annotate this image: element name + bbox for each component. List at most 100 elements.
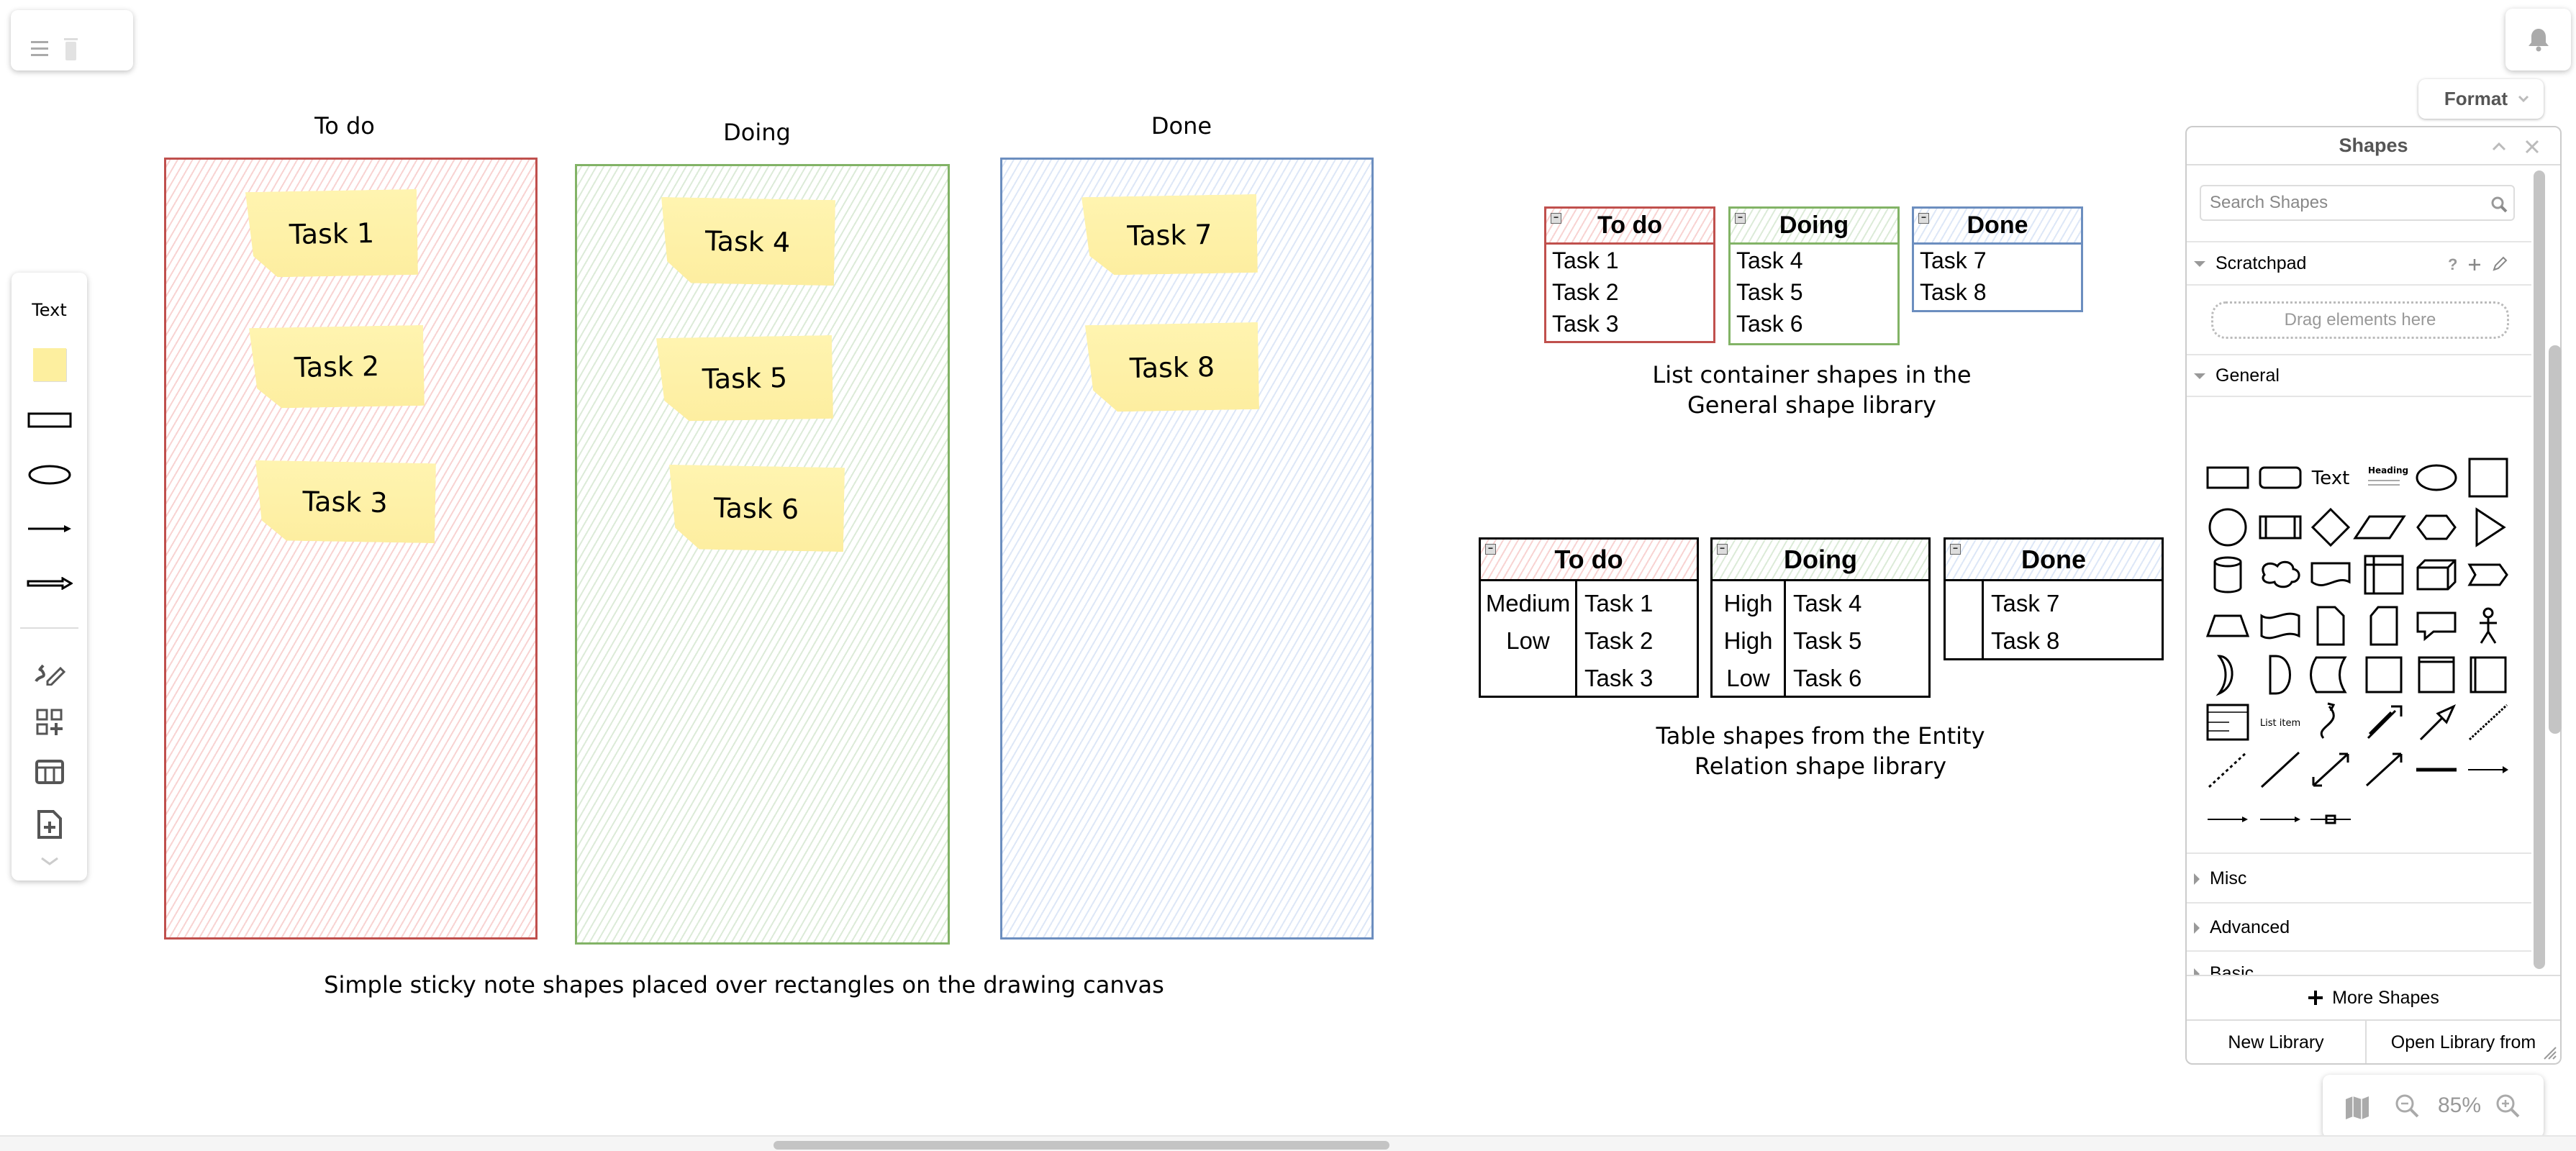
shape-item-heading[interactable]: Heading	[2368, 465, 2408, 486]
task-cell[interactable]: Task 5	[1793, 623, 1861, 659]
shape-item[interactable]	[2416, 559, 2457, 591]
notifications-button[interactable]	[2505, 9, 2571, 70]
sticky-note[interactable]: Task 4	[660, 197, 835, 286]
sticky-note[interactable]: Task 6	[668, 465, 845, 552]
shape-item[interactable]	[2208, 751, 2248, 788]
shape-item[interactable]	[2365, 752, 2403, 787]
text-tool[interactable]: Text	[32, 300, 67, 320]
priority-cell[interactable]: Medium	[1481, 586, 1575, 622]
shape-item[interactable]	[2260, 751, 2300, 788]
shape-item[interactable]	[2416, 611, 2457, 642]
table-done[interactable]: − Done Task 7 Task 8	[1944, 537, 2164, 660]
search-icon[interactable]	[2490, 196, 2508, 213]
misc-header[interactable]: Misc	[2194, 868, 2246, 889]
shape-item[interactable]	[2216, 655, 2233, 696]
shape-item[interactable]	[2205, 614, 2250, 637]
shape-item[interactable]	[2310, 656, 2347, 693]
open-library-button[interactable]: Open Library from	[2367, 1019, 2560, 1063]
collapse-icon[interactable]: −	[1735, 213, 1746, 224]
shape-item[interactable]	[2310, 814, 2351, 824]
new-library-button[interactable]: New Library	[2187, 1019, 2367, 1063]
task-cell[interactable]: Task 1	[1584, 586, 1653, 622]
search-shapes-input[interactable]: Search Shapes	[2200, 185, 2515, 221]
shape-item[interactable]	[2468, 766, 2508, 773]
scratchpad-header[interactable]: Scratchpad	[2194, 253, 2306, 274]
shape-item[interactable]	[2419, 704, 2457, 741]
shape-item[interactable]	[2468, 458, 2508, 498]
menu-icon[interactable]	[31, 40, 50, 59]
more-shapes-button[interactable]: More Shapes	[2187, 975, 2560, 1019]
shape-item[interactable]	[2310, 562, 2351, 586]
sticky-note[interactable]: Task 2	[249, 325, 425, 409]
resize-handle-icon[interactable]	[2541, 1045, 2557, 1060]
list-item[interactable]: Task 2	[1546, 276, 1713, 308]
list-item[interactable]: Task 4	[1731, 245, 1897, 276]
shape-item[interactable]	[2369, 606, 2398, 646]
task-cell[interactable]: Task 2	[1584, 623, 1653, 659]
sticky-note[interactable]: Task 5	[656, 335, 833, 422]
priority-cell[interactable]: High	[1713, 623, 1784, 659]
map-icon[interactable]	[2344, 1095, 2370, 1121]
close-icon[interactable]	[2524, 139, 2540, 155]
shape-item[interactable]	[2416, 464, 2457, 491]
shape-item-list-item[interactable]: List item	[2260, 718, 2300, 729]
shapes-plus-icon[interactable]	[36, 709, 63, 736]
horizontal-scrollbar[interactable]	[774, 1141, 1389, 1150]
shape-item[interactable]	[2418, 656, 2455, 693]
shape-item[interactable]	[2470, 656, 2507, 693]
task-cell[interactable]: Task 3	[1584, 660, 1653, 696]
shape-item[interactable]	[2259, 466, 2302, 489]
shape-item[interactable]	[2213, 556, 2242, 593]
priority-cell[interactable]: Low	[1713, 660, 1784, 696]
collapse-icon[interactable]: −	[1918, 213, 1929, 224]
shape-item[interactable]	[2206, 704, 2249, 741]
sticky-note-tool[interactable]	[32, 348, 66, 381]
format-button[interactable]: Format	[2418, 79, 2544, 119]
rectangle-tool[interactable]	[27, 412, 72, 428]
shape-item[interactable]	[2208, 816, 2248, 822]
shape-item[interactable]	[2467, 563, 2508, 586]
block-arrow-tool[interactable]	[27, 577, 73, 590]
list-doing[interactable]: − Doing Task 4 Task 5 Task 6	[1728, 206, 1900, 345]
ellipse-tool[interactable]	[27, 464, 72, 486]
zoom-level[interactable]: 85%	[2438, 1093, 2481, 1118]
shape-item[interactable]	[2475, 507, 2506, 547]
table-icon[interactable]	[35, 760, 64, 784]
shape-item[interactable]	[2262, 560, 2300, 588]
shape-item[interactable]	[2364, 555, 2404, 595]
table-doing[interactable]: − Doing High High Low Task 4 Task 5 Task …	[1710, 537, 1931, 698]
done-column-rect[interactable]	[1000, 158, 1374, 940]
task-cell[interactable]: Task 4	[1793, 586, 1861, 622]
list-item[interactable]: Task 7	[1914, 245, 2081, 276]
shape-item[interactable]	[2416, 514, 2457, 540]
shape-item[interactable]	[2365, 656, 2403, 693]
list-item[interactable]: Task 5	[1731, 276, 1897, 308]
collapse-panel-icon[interactable]	[2491, 142, 2507, 152]
list-item[interactable]: Task 1	[1546, 245, 1713, 276]
general-header[interactable]: General	[2194, 365, 2280, 386]
zoom-out-icon[interactable]	[2395, 1093, 2421, 1119]
task-cell[interactable]: Task 8	[1991, 623, 2059, 659]
sticky-note[interactable]: Task 3	[254, 460, 436, 543]
sticky-note[interactable]: Task 8	[1085, 322, 1259, 412]
shape-item[interactable]	[2320, 702, 2336, 739]
help-icon[interactable]: ?	[2448, 255, 2457, 274]
shape-item-text[interactable]: Text	[2311, 468, 2350, 489]
priority-cell[interactable]: Low	[1481, 623, 1575, 659]
page-scrollbar[interactable]	[2549, 345, 2562, 734]
shape-item[interactable]	[2468, 704, 2508, 741]
shape-item[interactable]	[2316, 606, 2345, 646]
task-cell[interactable]: Task 6	[1793, 660, 1861, 696]
collapse-icon[interactable]: −	[1717, 544, 1728, 555]
collapse-icon[interactable]: −	[1551, 213, 1561, 224]
shape-item[interactable]	[2260, 612, 2300, 640]
line-arrow-tool[interactable]	[27, 524, 73, 534]
sticky-note[interactable]: Task 1	[245, 189, 418, 278]
shape-item[interactable]	[2353, 515, 2406, 540]
list-done[interactable]: − Done Task 7 Task 8	[1912, 206, 2083, 312]
list-item[interactable]: Task 8	[1914, 276, 2081, 308]
shape-item[interactable]	[2208, 508, 2247, 547]
trash-icon[interactable]	[64, 37, 80, 63]
sticky-note[interactable]: Task 7	[1081, 194, 1258, 276]
list-item[interactable]: Task 3	[1546, 308, 1713, 340]
